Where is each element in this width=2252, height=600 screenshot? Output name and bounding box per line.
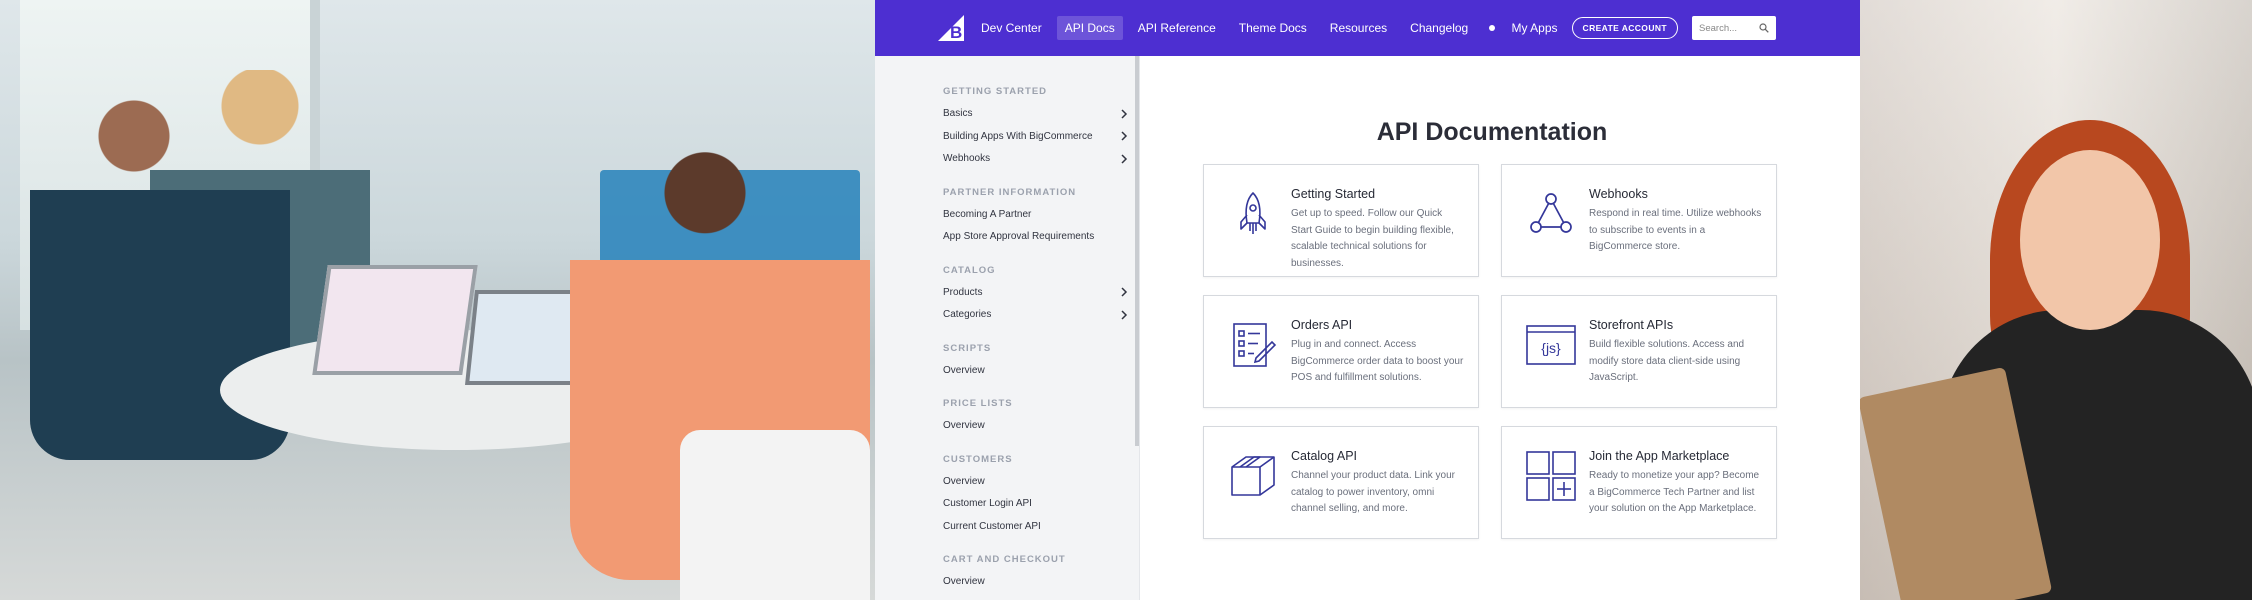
sidebar-item-label: Overview	[943, 420, 985, 431]
card-title: Join the App Marketplace	[1589, 449, 1730, 463]
chevron-right-icon[interactable]	[1120, 108, 1128, 119]
card-description: Respond in real time. Utilize webhooks t…	[1589, 208, 1762, 252]
sidebar-item[interactable]: Products	[943, 287, 1128, 298]
sidebar-item-label: Customer Login API	[943, 498, 1032, 509]
team-meeting-photo	[0, 0, 875, 600]
sidebar-item-label: Webhooks	[943, 153, 991, 164]
docs-sidebar: GETTING STARTED Basics Building Apps With …	[875, 56, 1140, 600]
sidebar-scrollbar[interactable]	[1135, 56, 1139, 446]
card-description: Ready to monetize your app? Become a Big…	[1589, 470, 1760, 514]
sidebar-section-title: CART AND CHECKOUT	[943, 554, 1066, 565]
card-title: Getting Started	[1291, 187, 1376, 201]
chevron-right-icon[interactable]	[1120, 287, 1128, 297]
nav-link-dev-center[interactable]: Dev Center	[973, 16, 1050, 40]
search-placeholder: Search...	[1699, 22, 1738, 34]
sidebar-item[interactable]: Becoming A Partner	[943, 209, 1128, 220]
sidebar-item-label: Becoming A Partner	[943, 208, 1032, 220]
sidebar-item[interactable]: App Store Approval Requirements	[943, 231, 1128, 242]
card-storefront-apis[interactable]: {js} Storefront APIs Build flexible solu…	[1501, 295, 1777, 408]
nav-link-api-docs[interactable]: API Docs	[1056, 16, 1123, 40]
nav-link-api-reference[interactable]: API Reference	[1130, 16, 1224, 40]
sidebar-item[interactable]: Overview	[943, 420, 1128, 431]
search-input[interactable]: Search...	[1692, 16, 1776, 40]
card-description: Get up to speed. Follow our Quick Start …	[1291, 208, 1454, 269]
svg-text:B: B	[950, 23, 962, 42]
card-title: Storefront APIs	[1589, 318, 1674, 332]
smiling-woman-photo	[1860, 0, 2252, 600]
sidebar-item-label: Overview	[943, 364, 985, 376]
top-navigation: B Dev Center API Docs API Reference Them…	[875, 0, 1860, 56]
sidebar-item-label: Products	[943, 286, 983, 298]
chevron-right-icon[interactable]	[1120, 131, 1128, 141]
app-marketplace-icon	[1526, 451, 1576, 501]
card-webhooks[interactable]: Webhooks Respond in real time. Utilize w…	[1501, 164, 1777, 277]
sidebar-item[interactable]: Overview	[943, 365, 1128, 376]
nav-right: My Apps CREATE ACCOUNT Search...	[1512, 16, 1776, 40]
sidebar-item-label: App Store Approval Requirements	[943, 231, 1095, 242]
card-description: Plug in and connect. Access BigCommerce …	[1291, 339, 1464, 383]
nav-links: Dev Center API Docs API Reference Theme …	[973, 16, 1496, 40]
sidebar-item[interactable]: Building Apps With BigCommerce	[943, 131, 1128, 142]
nav-link-theme-docs[interactable]: Theme Docs	[1231, 16, 1315, 40]
create-account-button[interactable]: CREATE ACCOUNT	[1571, 17, 1678, 39]
chair	[680, 430, 870, 600]
card-title: Catalog API	[1291, 449, 1358, 463]
my-apps-link[interactable]: My Apps	[1512, 21, 1558, 35]
sidebar-item[interactable]: Basics	[943, 108, 1128, 119]
webhooks-icon	[1526, 189, 1576, 239]
sidebar-section-title: PRICE LISTS	[943, 398, 1013, 409]
sidebar-item-label: Overview	[943, 576, 985, 587]
sidebar-item-label: Basics	[943, 108, 973, 119]
nav-link-resources[interactable]: Resources	[1322, 16, 1395, 40]
chevron-right-icon[interactable]	[1120, 153, 1128, 164]
sidebar-item[interactable]: Categories	[943, 309, 1128, 320]
face	[2020, 150, 2160, 330]
sidebar-item[interactable]: Webhooks	[943, 153, 1128, 164]
sidebar-section-title: SCRIPTS	[943, 342, 992, 354]
main-content: API Documentation Getting Started Get up…	[1141, 56, 1860, 600]
card-title: Orders API	[1291, 318, 1353, 332]
sidebar-item-label: Overview	[943, 475, 985, 487]
laptop	[312, 265, 478, 375]
nav-link-changelog[interactable]: Changelog	[1402, 16, 1476, 40]
card-title: Webhooks	[1589, 187, 1648, 201]
sidebar-section-title: GETTING STARTED	[943, 86, 1048, 97]
search-icon[interactable]	[1759, 23, 1769, 33]
card-orders-api[interactable]: Orders API Plug in and connect. Access B…	[1203, 295, 1479, 408]
sidebar-item[interactable]: Current Customer API	[943, 521, 1128, 532]
developer-site: B Dev Center API Docs API Reference Them…	[875, 0, 1860, 600]
sidebar-item[interactable]: Customer Login API	[943, 498, 1128, 509]
page-title: API Documentation	[1376, 118, 1608, 146]
card-description: Channel your product data. Link your cat…	[1291, 470, 1455, 514]
sidebar-section-title: CATALOG	[943, 264, 996, 276]
sidebar-item-label: Categories	[943, 309, 992, 320]
sidebar-section-title: CUSTOMERS	[943, 453, 1013, 465]
sidebar-item-label: Building Apps With BigCommerce	[943, 130, 1093, 142]
sidebar-item[interactable]: Overview	[943, 576, 1128, 587]
sidebar-item[interactable]: Overview	[943, 476, 1128, 487]
card-getting-started[interactable]: Getting Started Get up to speed. Follow …	[1203, 164, 1479, 277]
changelog-dot-icon	[1489, 25, 1496, 31]
storefront-js-icon: {js}	[1526, 320, 1576, 370]
rocket-icon	[1228, 189, 1278, 239]
catalog-box-icon	[1228, 451, 1278, 501]
svg-text:{js}: {js}	[1541, 340, 1561, 356]
bigcommerce-logo[interactable]: B	[937, 14, 965, 42]
chevron-right-icon[interactable]	[1120, 309, 1128, 320]
card-catalog-api[interactable]: Catalog API Channel your product data. L…	[1203, 426, 1479, 539]
logo-icon: B	[938, 15, 964, 42]
card-app-marketplace[interactable]: Join the App Marketplace Ready to moneti…	[1501, 426, 1777, 539]
sidebar-section-title: PARTNER INFORMATION	[943, 186, 1077, 198]
sidebar-item-label: Current Customer API	[943, 520, 1041, 532]
card-description: Build flexible solutions. Access and mod…	[1589, 339, 1745, 383]
orders-icon	[1228, 320, 1278, 370]
